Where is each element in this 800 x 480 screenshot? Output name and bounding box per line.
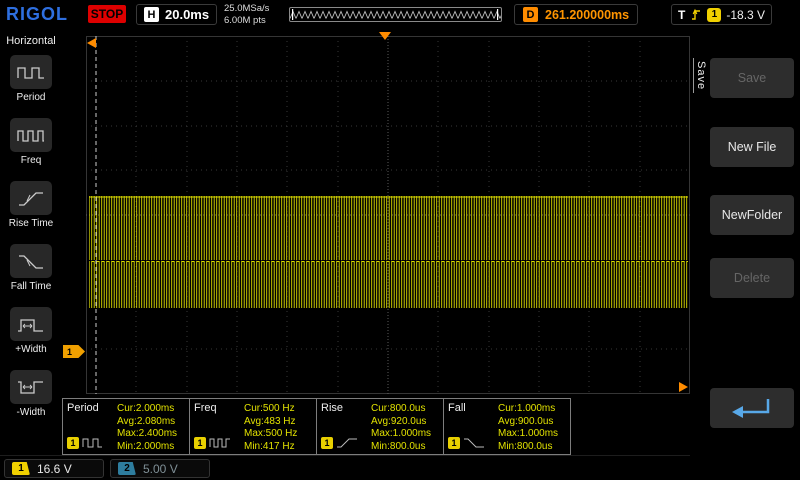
measurement-source-badge: 1 — [321, 437, 333, 449]
measurement-values: Cur:1.000ms Avg:900.0us Max:1.000ms Min:… — [498, 402, 566, 451]
save-menu: Save Save New File NewFolder Delete — [690, 30, 800, 480]
value-cur: Cur:2.000ms — [117, 403, 185, 416]
menu-item-rise-time[interactable]: Rise Time — [9, 181, 53, 229]
measurement-panel-fall[interactable]: Fall 1 Cur:1.000ms Avg:900.0us Max:1.000… — [443, 398, 571, 455]
rigol-logo: RIGOL — [6, 4, 68, 25]
measure-menu: Horizontal Period Freq Rise Time Fall Ti… — [0, 30, 62, 455]
delay-offscreen-marker[interactable] — [87, 38, 96, 48]
fall-glyph-icon — [463, 436, 485, 449]
measurement-panel-freq[interactable]: Freq 1 Cur:500 Hz Avg:483 Hz Max:500 Hz … — [189, 398, 317, 455]
value-avg: Avg:900.0us — [498, 416, 566, 429]
back-button[interactable] — [710, 388, 794, 428]
measurement-name: Freq — [194, 402, 244, 414]
oscilloscope-screen: RIGOL STOP H 20.0ms 25.0MSa/s 6.00M pts — [0, 0, 800, 480]
measurement-panels: Period 1 Cur:2.000ms Avg:2.080ms Max:2.4… — [62, 398, 570, 455]
delete-button[interactable]: Delete — [710, 258, 794, 298]
channel-status-bar: 1 16.6 V 2 5.00 V — [0, 455, 800, 480]
measurement-panel-period[interactable]: Period 1 Cur:2.000ms Avg:2.080ms Max:2.4… — [62, 398, 190, 455]
menu-item-fall-time[interactable]: Fall Time — [10, 244, 52, 292]
value-min: Min:2.000ms — [117, 441, 185, 454]
sample-rate: 25.0MSa/s — [224, 3, 269, 15]
measurement-values: Cur:2.000ms Avg:2.080ms Max:2.400ms Min:… — [117, 402, 185, 451]
delay-value: 261.200000ms — [545, 8, 629, 22]
value-min: Min:800.0us — [498, 441, 566, 454]
measurement-source-badge: 1 — [67, 437, 79, 449]
channel-2-scale: 5.00 V — [143, 462, 178, 476]
trigger-slope-icon — [690, 7, 702, 22]
value-max: Max:500 Hz — [244, 428, 312, 441]
graticule — [86, 36, 690, 394]
ch1-waveform — [89, 196, 688, 308]
trigger-label: T — [678, 8, 685, 22]
value-max: Max:1.000ms — [371, 428, 439, 441]
measurement-name: Period — [67, 402, 117, 414]
rise-time-icon — [10, 181, 52, 215]
status-bar: RIGOL STOP H 20.0ms 25.0MSa/s 6.00M pts — [0, 0, 800, 30]
value-avg: Avg:2.080ms — [117, 416, 185, 429]
value-cur: Cur:500 Hz — [244, 403, 312, 416]
channel-2-badge: 2 — [118, 462, 136, 475]
measurement-values: Cur:800.0us Avg:920.0us Max:1.000ms Min:… — [371, 402, 439, 451]
horizontal-badge: H — [144, 7, 159, 22]
menu-item-label: Fall Time — [11, 281, 52, 292]
return-arrow-icon — [724, 395, 780, 421]
channel-1-badge: 1 — [12, 462, 30, 475]
value-cur: Cur:1.000ms — [498, 403, 566, 416]
menu-item-freq[interactable]: Freq — [10, 118, 52, 166]
menu-item-period[interactable]: Period — [10, 55, 52, 103]
menu-item-label: -Width — [17, 407, 46, 418]
new-folder-button[interactable]: NewFolder — [710, 195, 794, 235]
horizontal-timebase-group[interactable]: H 20.0ms — [136, 4, 217, 25]
measurement-name: Fall — [448, 402, 498, 414]
measurement-panel-rise[interactable]: Rise 1 Cur:800.0us Avg:920.0us Max:1.000… — [316, 398, 444, 455]
menu-item-pos-width[interactable]: +Width — [10, 307, 52, 355]
freq-icon — [10, 118, 52, 152]
period-icon — [10, 55, 52, 89]
trigger-position-marker[interactable] — [379, 32, 391, 40]
delay-badge: D — [523, 7, 538, 22]
trigger-level-value: -18.3 V — [726, 8, 765, 22]
ch1-level-marker[interactable]: 1 — [63, 345, 85, 358]
value-avg: Avg:483 Hz — [244, 416, 312, 429]
save-button[interactable]: Save — [710, 58, 794, 98]
menu-item-label: Freq — [21, 155, 42, 166]
measurement-source-badge: 1 — [448, 437, 460, 449]
freq-glyph-icon — [209, 436, 231, 449]
save-menu-tab: Save — [693, 58, 708, 93]
value-max: Max:2.400ms — [117, 428, 185, 441]
value-cur: Cur:800.0us — [371, 403, 439, 416]
period-glyph-icon — [82, 436, 104, 449]
acquisition-info: 25.0MSa/s 6.00M pts — [224, 3, 269, 27]
value-max: Max:1.000ms — [498, 428, 566, 441]
trigger-level-offscreen-marker[interactable] — [679, 382, 688, 392]
measurement-values: Cur:500 Hz Avg:483 Hz Max:500 Hz Min:417… — [244, 402, 312, 451]
value-avg: Avg:920.0us — [371, 416, 439, 429]
measure-menu-title: Horizontal — [6, 35, 56, 47]
memory-depth: 6.00M pts — [224, 15, 269, 27]
delay-group[interactable]: D 261.200000ms — [514, 4, 638, 25]
waveform-overview-strip — [289, 7, 502, 22]
plus-width-icon — [10, 307, 52, 341]
overview-waveform-icon — [290, 8, 501, 21]
trigger-source-badge: 1 — [707, 8, 721, 22]
value-min: Min:417 Hz — [244, 441, 312, 454]
menu-item-label: +Width — [15, 344, 46, 355]
measurement-source-badge: 1 — [194, 437, 206, 449]
timebase-value: 20.0ms — [165, 7, 209, 22]
minus-width-icon — [10, 370, 52, 404]
value-min: Min:800.0us — [371, 441, 439, 454]
waveform-display: 1 — [62, 30, 690, 398]
menu-item-label: Rise Time — [9, 218, 53, 229]
rise-glyph-icon — [336, 436, 358, 449]
fall-time-icon — [10, 244, 52, 278]
channel-2-indicator[interactable]: 2 5.00 V — [110, 459, 210, 478]
new-file-button[interactable]: New File — [710, 127, 794, 167]
channel-1-scale: 16.6 V — [37, 462, 72, 476]
run-state-indicator: STOP — [88, 5, 126, 23]
menu-item-label: Period — [17, 92, 46, 103]
channel-1-indicator[interactable]: 1 16.6 V — [4, 459, 104, 478]
trigger-group[interactable]: T 1 -18.3 V — [671, 4, 772, 25]
measurement-name: Rise — [321, 402, 371, 414]
menu-item-neg-width[interactable]: -Width — [10, 370, 52, 418]
